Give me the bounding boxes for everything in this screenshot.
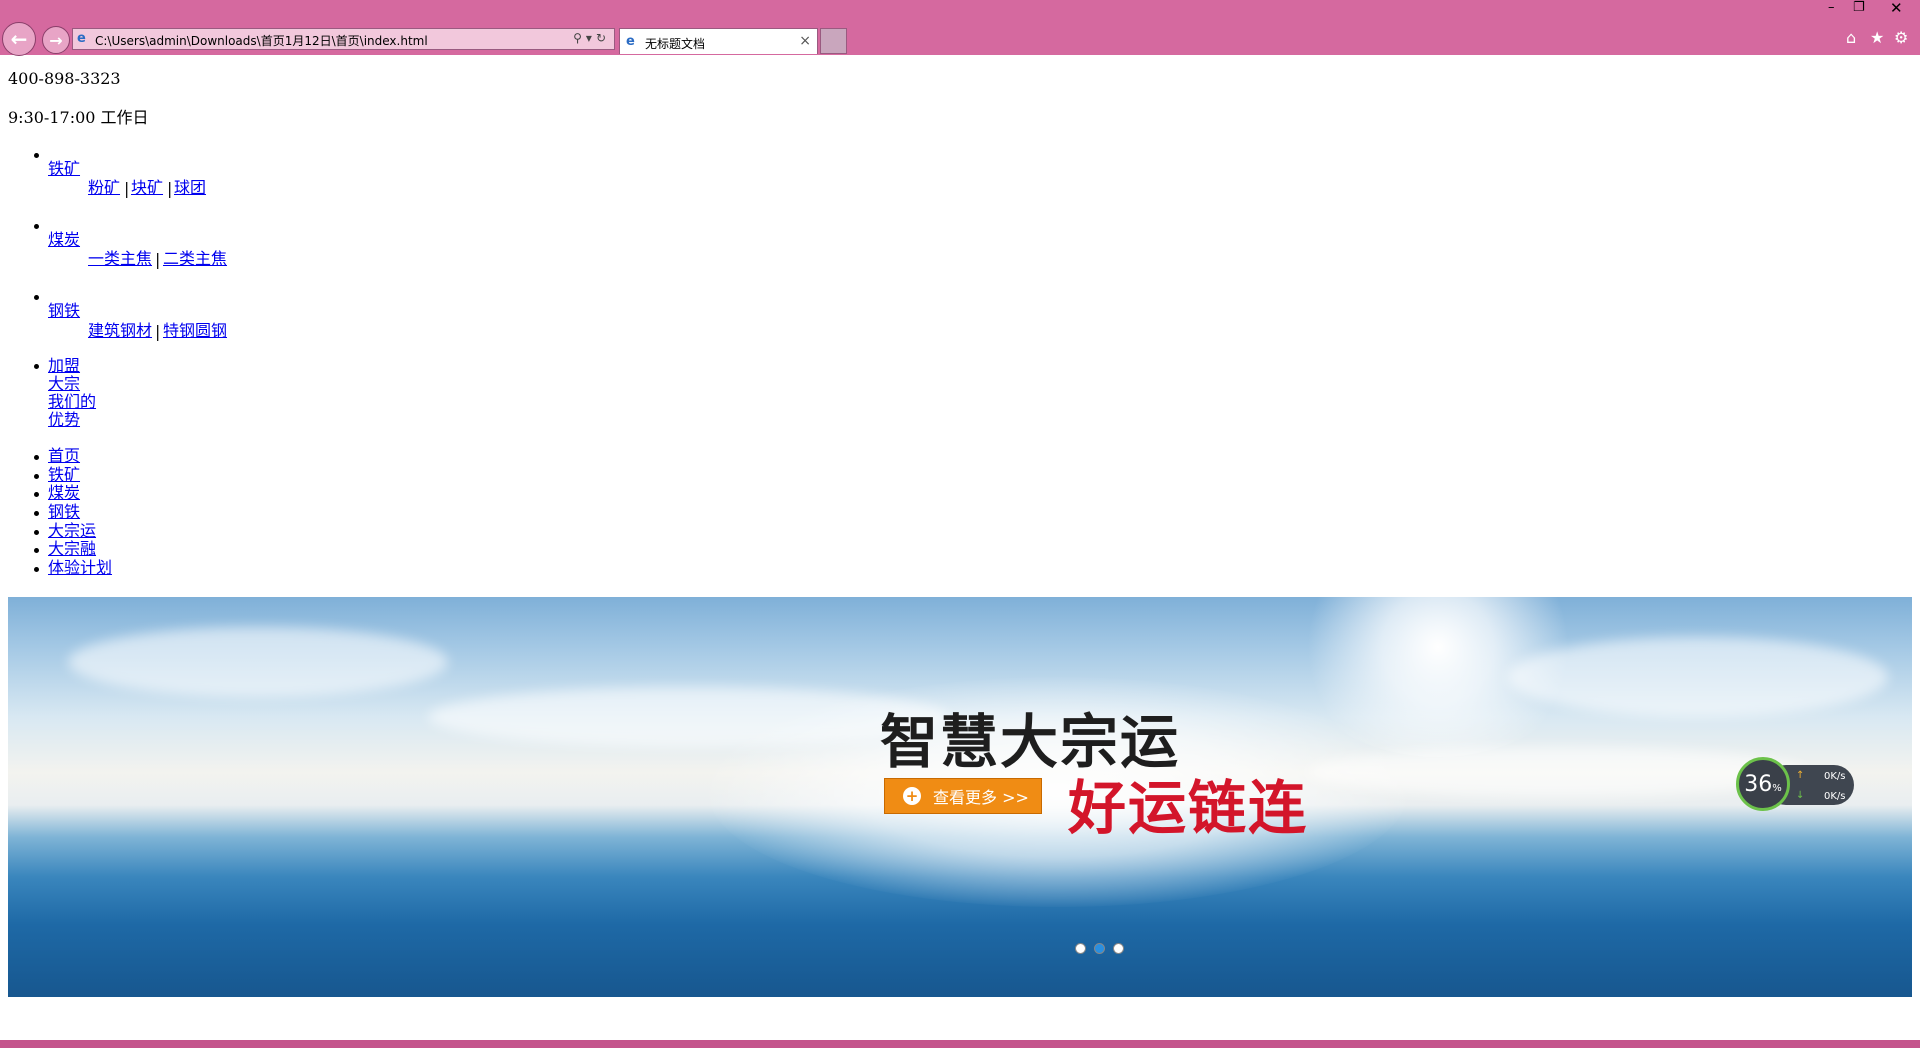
nav-trial-plan[interactable]: 体验计划: [48, 559, 112, 577]
os-taskbar: [0, 1040, 1920, 1048]
submenu-link[interactable]: 球团: [174, 179, 206, 197]
join-link[interactable]: 大宗: [48, 375, 80, 393]
tab-page-icon: e: [626, 34, 635, 49]
network-speed-widget[interactable]: 36% ↑ 0K/s ↓ 0K/s: [1736, 757, 1854, 811]
usage-percent: 36: [1744, 771, 1773, 797]
favorites-star-icon[interactable]: ★: [1870, 28, 1884, 47]
separator: |: [155, 250, 161, 269]
nav-steel[interactable]: 钢铁: [48, 503, 80, 521]
carousel-dots: [1075, 943, 1124, 954]
hero-banner: 智慧大宗运 + 查看更多 >> 好运链连: [8, 597, 1912, 997]
minimize-icon[interactable]: –: [1828, 0, 1835, 15]
separator: |: [167, 179, 173, 198]
list-bullet: [34, 474, 39, 479]
cloud: [68, 627, 448, 697]
list-bullet: [34, 224, 39, 229]
submenu-link[interactable]: 建筑钢材: [88, 322, 152, 340]
view-more-label: 查看更多 >>: [933, 788, 1029, 807]
submenu-link[interactable]: 二类主焦: [163, 250, 227, 268]
forward-arrow-icon[interactable]: →: [42, 26, 70, 54]
restore-icon[interactable]: ❐: [1853, 0, 1865, 15]
address-url: C:\Users\admin\Downloads\首页1月12日\首页\inde…: [95, 34, 428, 48]
nav-coal[interactable]: 煤炭: [48, 484, 80, 502]
close-window-icon[interactable]: ✕: [1890, 0, 1903, 17]
hotline-phone: 400-898-3323: [8, 69, 121, 88]
list-bullet: [34, 511, 39, 516]
browser-tab[interactable]: e 无标题文档 ×: [619, 28, 818, 54]
home-icon[interactable]: ⌂: [1846, 28, 1856, 47]
download-arrow-icon: ↓: [1796, 790, 1805, 801]
carousel-dot[interactable]: [1113, 943, 1124, 954]
usage-gauge: 36%: [1736, 757, 1790, 811]
nav-iron-ore[interactable]: 铁矿: [48, 466, 80, 484]
submenu-link[interactable]: 一类主焦: [88, 250, 152, 268]
nav-dazongyun[interactable]: 大宗运: [48, 522, 96, 540]
separator: |: [124, 179, 130, 198]
join-link[interactable]: 我们的: [48, 393, 96, 411]
new-tab-button[interactable]: [820, 28, 847, 54]
working-hours: 9:30-17:00 工作日: [8, 108, 149, 127]
plus-circle-icon: +: [903, 787, 921, 805]
submenu-link[interactable]: 块矿: [131, 179, 163, 197]
list-bullet: [34, 492, 39, 497]
submenu-link[interactable]: 特钢圆钢: [163, 322, 227, 340]
list-bullet: [34, 455, 39, 460]
upload-arrow-icon: ↑: [1796, 770, 1805, 781]
view-more-button[interactable]: + 查看更多 >>: [884, 778, 1042, 814]
address-bar[interactable]: e C:\Users\admin\Downloads\首页1月12日\首页\in…: [72, 28, 615, 50]
join-link[interactable]: 加盟: [48, 357, 80, 375]
list-bullet: [34, 153, 39, 158]
tab-close-icon[interactable]: ×: [799, 33, 811, 49]
ie-page-icon: e: [77, 31, 86, 46]
separator: |: [155, 322, 161, 341]
banner-slogan-sub: 好运链连: [1068, 774, 1309, 842]
upload-rate: 0K/s: [1824, 771, 1846, 782]
gear-icon[interactable]: ⚙: [1894, 28, 1908, 47]
cloud: [1508, 637, 1888, 717]
tab-title: 无标题文档: [645, 37, 706, 51]
menu-item-steel[interactable]: 钢铁: [48, 302, 80, 320]
back-arrow-icon[interactable]: ←: [2, 22, 36, 56]
nav-dazongrong[interactable]: 大宗融: [48, 540, 96, 558]
join-link[interactable]: 优势: [48, 411, 80, 429]
carousel-dot-active[interactable]: [1094, 943, 1105, 954]
browser-chrome: ← → e C:\Users\admin\Downloads\首页1月12日\首…: [0, 0, 1920, 56]
search-refresh-icons[interactable]: ⚲▾↻: [573, 31, 610, 45]
download-rate: 0K/s: [1824, 791, 1846, 802]
list-bullet: [34, 295, 39, 300]
list-bullet: [34, 364, 39, 369]
list-bullet: [34, 567, 39, 572]
submenu-link[interactable]: 粉矿: [88, 179, 120, 197]
list-bullet: [34, 548, 39, 553]
menu-item-iron-ore[interactable]: 铁矿: [48, 160, 80, 178]
usage-percent-unit: %: [1772, 782, 1782, 794]
menu-item-coal[interactable]: 煤炭: [48, 231, 80, 249]
carousel-dot[interactable]: [1075, 943, 1086, 954]
list-bullet: [34, 530, 39, 535]
nav-home[interactable]: 首页: [48, 447, 80, 465]
